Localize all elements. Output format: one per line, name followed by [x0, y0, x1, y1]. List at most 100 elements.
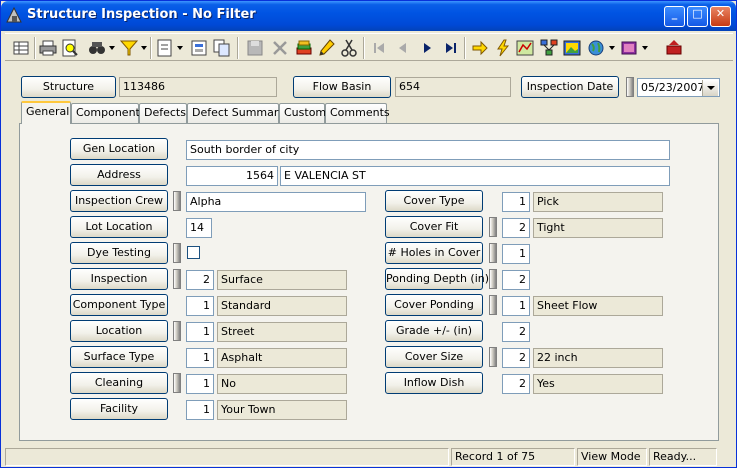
chevron-down-icon[interactable] [702, 80, 718, 96]
grip-handle[interactable] [489, 295, 497, 315]
save-icon[interactable] [245, 38, 265, 58]
inflow-dish-button[interactable]: Inflow Dish [385, 372, 483, 394]
binoculars-icon[interactable] [87, 38, 107, 58]
tab-general[interactable]: General [21, 101, 71, 124]
dye-testing-button[interactable]: Dye Testing [70, 242, 168, 264]
surface-type-code-field[interactable]: 1 [186, 348, 214, 368]
inflow-dish-code-field[interactable]: 2 [502, 374, 530, 394]
pencil-icon[interactable] [317, 38, 337, 58]
arrow-right-icon[interactable] [470, 38, 490, 58]
surface-type-button[interactable]: Surface Type [70, 346, 168, 368]
inspection-code-field[interactable]: 2 [186, 270, 214, 290]
gen-location-label: Gen Location [82, 142, 156, 155]
structure-field: 113486 [119, 77, 277, 97]
location-code-field[interactable]: 1 [186, 322, 214, 342]
grip-handle[interactable] [626, 77, 634, 97]
grade-button[interactable]: Grade +/- (in) [385, 320, 483, 342]
inspection-button[interactable]: Inspection [70, 268, 168, 290]
lot-location-button[interactable]: Lot Location [70, 216, 168, 238]
copy-icon[interactable] [212, 38, 232, 58]
grip-handle[interactable] [489, 243, 497, 263]
holes-in-cover-button[interactable]: # Holes in Cover [385, 242, 483, 264]
cleaning-button[interactable]: Cleaning [70, 372, 168, 394]
tab-components[interactable]: Components [71, 103, 146, 123]
cover-size-button[interactable]: Cover Size [385, 346, 483, 368]
last-record-icon[interactable] [441, 38, 461, 58]
globe-icon[interactable] [586, 38, 606, 58]
lightning-icon[interactable] [493, 38, 513, 58]
first-record-icon[interactable] [369, 38, 389, 58]
component-type-label: Component Type [72, 298, 166, 311]
component-type-code-field[interactable]: 1 [186, 296, 214, 316]
lot-location-label: Lot Location [85, 220, 153, 233]
cleaning-code-field[interactable]: 1 [186, 374, 214, 394]
next-record-icon[interactable] [417, 38, 437, 58]
cover-size-code-field[interactable]: 2 [502, 348, 530, 368]
tab-custom[interactable]: Custom [279, 103, 326, 123]
facility-button[interactable]: Facility [70, 398, 168, 420]
grid-icon[interactable] [11, 38, 31, 58]
cover-fit-button[interactable]: Cover Fit [385, 216, 483, 238]
title-bar[interactable]: Structure Inspection - No Filter _ □ ✕ [1, 1, 736, 31]
network-icon[interactable] [539, 38, 559, 58]
lot-location-field[interactable]: 14 [186, 218, 212, 238]
print-preview-icon[interactable] [60, 38, 80, 58]
facility-code-field[interactable]: 1 [186, 400, 214, 420]
close-button[interactable]: ✕ [710, 6, 731, 27]
flow-basin-button[interactable]: Flow Basin [293, 76, 391, 98]
status-bar: Record 1 of 75 View Mode Ready... [1, 447, 736, 467]
cover-fit-code-field[interactable]: 2 [502, 218, 530, 238]
grade-field[interactable]: 2 [502, 322, 530, 342]
grip-handle[interactable] [173, 373, 181, 393]
inspection-date-label: Inspection Date [526, 80, 614, 93]
properties-icon[interactable] [189, 38, 209, 58]
delete-icon[interactable] [270, 38, 290, 58]
inspection-crew-button[interactable]: Inspection Crew [70, 190, 168, 212]
cover-ponding-code-field[interactable]: 1 [502, 296, 530, 316]
gen-location-button[interactable]: Gen Location [70, 138, 168, 160]
print-icon[interactable] [38, 38, 58, 58]
cover-type-code-field[interactable]: 1 [502, 192, 530, 212]
grip-handle[interactable] [489, 217, 497, 237]
holes-in-cover-field[interactable]: 1 [502, 244, 530, 264]
grip-handle[interactable] [173, 243, 181, 263]
tab-defects[interactable]: Defects [139, 103, 187, 123]
maximize-button[interactable]: □ [687, 6, 708, 27]
dye-testing-checkbox[interactable] [187, 246, 200, 259]
tab-defect-summary[interactable]: Defect Summary [187, 103, 285, 123]
filter-icon[interactable] [119, 38, 139, 58]
grip-handle[interactable] [489, 347, 497, 367]
ponding-depth-button[interactable]: Ponding Depth (in) [385, 268, 489, 290]
cover-fit-label: Cover Fit [409, 220, 459, 233]
inspection-date-button[interactable]: Inspection Date [521, 76, 619, 98]
structure-button[interactable]: Structure [21, 76, 116, 98]
address-street-field[interactable]: E VALENCIA ST [280, 166, 670, 186]
image-icon[interactable] [562, 38, 582, 58]
ponding-depth-field[interactable]: 2 [502, 270, 530, 290]
location-button[interactable]: Location [70, 320, 168, 342]
grip-handle[interactable] [173, 191, 181, 211]
minimize-button[interactable]: _ [664, 6, 685, 27]
previous-record-icon[interactable] [393, 38, 413, 58]
cover-type-button[interactable]: Cover Type [385, 190, 483, 212]
toolbar [5, 33, 733, 61]
grip-handle[interactable] [489, 269, 497, 289]
address-number-field[interactable]: 1564 [186, 166, 278, 186]
book-icon[interactable] [619, 38, 639, 58]
exit-icon[interactable] [664, 38, 684, 58]
map-icon[interactable] [515, 38, 535, 58]
inspection-crew-field[interactable]: Alpha [186, 192, 366, 212]
tab-comments[interactable]: Comments [325, 103, 390, 123]
location-desc-field: Street [217, 322, 347, 342]
form-icon[interactable] [155, 38, 175, 58]
inspection-date-combo[interactable]: 05/23/2007 [637, 78, 720, 97]
stack-icon[interactable] [294, 38, 314, 58]
cover-ponding-button[interactable]: Cover Ponding [385, 294, 483, 316]
component-type-button[interactable]: Component Type [70, 294, 168, 316]
gen-location-field[interactable]: South border of city [186, 140, 670, 160]
grip-handle[interactable] [173, 321, 181, 341]
cut-icon[interactable] [339, 38, 359, 58]
grip-handle[interactable] [173, 269, 181, 289]
location-label: Location [95, 324, 143, 337]
address-button[interactable]: Address [70, 164, 168, 186]
